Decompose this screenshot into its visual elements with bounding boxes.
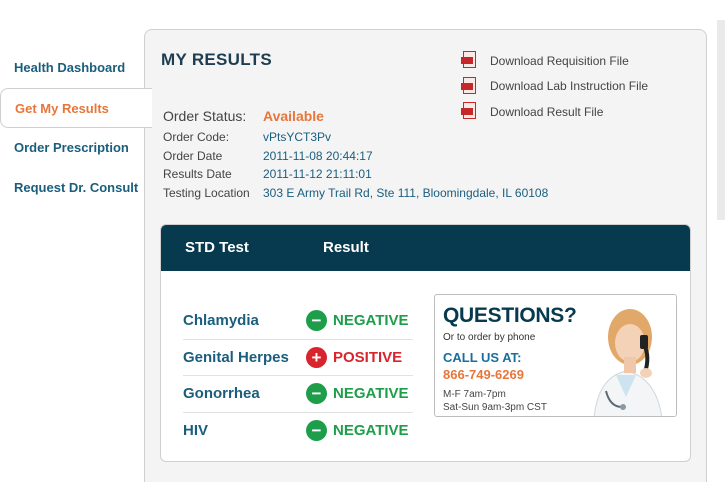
order-code-value: vPtsYCT3Pv	[263, 130, 332, 145]
testing-location-label: Testing Location	[163, 185, 250, 200]
order-date-label: Order Date	[163, 148, 223, 163]
sidebar-item-request-dr-consult[interactable]: Request Dr. Consult	[0, 168, 150, 208]
ad-phone-number[interactable]: 866-749-6269	[443, 367, 524, 382]
results-panel: MY RESULTS Download Requisition File Dow…	[144, 29, 707, 482]
questions-ad-banner[interactable]: QUESTIONS? Or to order by phone CALL US …	[434, 294, 677, 417]
column-header-std-test: STD Test	[185, 239, 249, 256]
column-header-result: Result	[323, 239, 369, 256]
pdf-icon	[461, 76, 479, 96]
test-result: POSITIVE	[333, 348, 403, 366]
download-lab-instruction-link[interactable]: Download Lab Instruction File	[461, 74, 648, 100]
test-result: NEGATIVE	[333, 422, 409, 440]
ad-headline: QUESTIONS?	[443, 304, 577, 327]
order-status-row: Order Status: Available	[163, 106, 548, 126]
ad-hours-weekend: Sat-Sun 9am-3pm CST	[443, 402, 547, 413]
table-row: HIV − NEGATIVE	[183, 413, 413, 450]
pdf-icon	[461, 51, 479, 70]
test-result: NEGATIVE	[333, 385, 409, 403]
results-table: STD Test Result Chlamydia − NEGATIVE Gen…	[160, 224, 691, 462]
order-status-label: Order Status:	[163, 108, 247, 124]
testing-location-row: Testing Location 303 E Army Trail Rd, St…	[163, 184, 548, 203]
sidebar-item-health-dashboard[interactable]: Health Dashboard	[0, 48, 150, 88]
test-name: HIV	[183, 422, 209, 440]
order-code-row: Order Code: vPtsYCT3Pv	[163, 128, 548, 147]
order-date-row: Order Date 2011-11-08 20:44:17	[163, 147, 548, 166]
table-row: Genital Herpes + POSITIVE	[183, 340, 413, 376]
doctor-photo	[576, 295, 676, 416]
table-row: Gonorrhea − NEGATIVE	[183, 376, 413, 413]
minus-circle-icon: −	[306, 310, 327, 332]
test-result: NEGATIVE	[333, 312, 409, 330]
page-scrollbar[interactable]	[717, 20, 725, 220]
download-lab-instruction-label: Download Lab Instruction File	[490, 79, 649, 94]
download-requisition-link[interactable]: Download Requisition File	[461, 48, 648, 74]
page-title: MY RESULTS	[161, 50, 272, 69]
table-row: Chlamydia − NEGATIVE	[183, 303, 413, 340]
minus-circle-icon: −	[306, 420, 327, 442]
test-list: Chlamydia − NEGATIVE Genital Herpes + PO…	[183, 303, 413, 449]
minus-circle-icon: −	[306, 383, 327, 405]
ad-hours-weekday: M-F 7am-7pm	[443, 389, 506, 400]
ad-subtext: Or to order by phone	[443, 332, 536, 343]
plus-circle-icon: +	[306, 346, 327, 368]
order-code-label: Order Code:	[163, 130, 230, 145]
results-date-label: Results Date	[163, 167, 232, 182]
download-requisition-label: Download Requisition File	[490, 53, 629, 68]
sidebar-item-get-my-results[interactable]: Get My Results	[0, 88, 152, 128]
order-status-value: Available	[263, 108, 324, 124]
sidebar-nav: Health Dashboard Get My Results Order Pr…	[0, 48, 152, 208]
results-table-header: STD Test Result	[161, 225, 690, 271]
test-name: Gonorrhea	[183, 385, 260, 403]
test-name: Chlamydia	[183, 312, 259, 330]
test-name: Genital Herpes	[183, 348, 289, 366]
ad-call-label: CALL US AT:	[443, 350, 522, 365]
results-date-value: 2011-11-12 21:11:01	[263, 167, 372, 182]
testing-location-value: 303 E Army Trail Rd, Ste 111, Bloomingda…	[263, 185, 549, 200]
order-date-value: 2011-11-08 20:44:17	[263, 148, 373, 163]
ad-hours: M-F 7am-7pm Sat-Sun 9am-3pm CST	[443, 388, 547, 414]
order-details: Order Status: Available Order Code: vPts…	[163, 106, 548, 202]
results-date-row: Results Date 2011-11-12 21:11:01	[163, 165, 548, 184]
sidebar-item-order-prescription[interactable]: Order Prescription	[0, 128, 150, 168]
